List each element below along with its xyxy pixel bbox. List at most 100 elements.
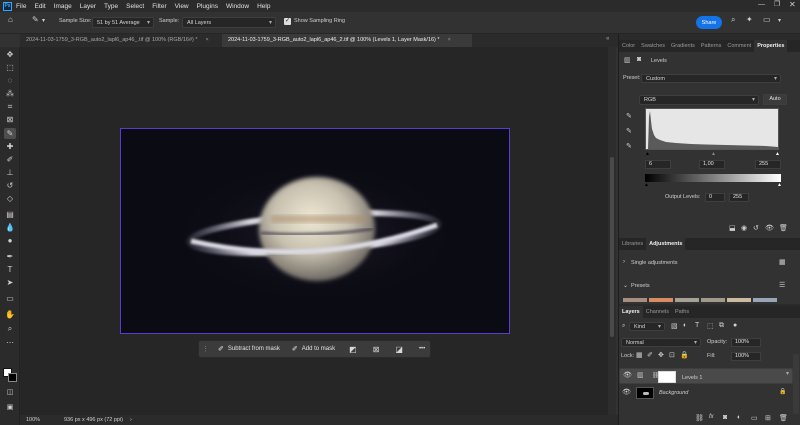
chevron-down-icon[interactable]: ⌄ bbox=[623, 282, 628, 289]
blur-tool-icon[interactable]: 💧 bbox=[4, 222, 16, 233]
close-icon[interactable]: × bbox=[448, 37, 451, 43]
output-white-slider[interactable]: ▲ bbox=[777, 182, 782, 188]
gray-point-eyedropper-icon[interactable]: ✎ bbox=[626, 127, 632, 135]
document-info[interactable]: 936 px x 496 px (72 ppi) bbox=[64, 415, 123, 425]
dodge-tool-icon[interactable]: ● bbox=[4, 235, 16, 246]
clip-to-layer-icon[interactable]: ⬓ bbox=[729, 224, 736, 232]
input-gamma-field[interactable]: 1,00 bbox=[699, 160, 725, 169]
quick-select-tool-icon[interactable]: ⁂ bbox=[4, 88, 16, 99]
collapse-panels-icon[interactable]: « bbox=[606, 36, 609, 42]
close-window-icon[interactable]: ✕ bbox=[789, 0, 796, 9]
link-layers-icon[interactable]: ⛓ bbox=[695, 414, 704, 422]
menu-filter[interactable]: Filter bbox=[152, 3, 166, 10]
vertical-scrollbar[interactable] bbox=[608, 47, 616, 415]
tab-libraries[interactable]: Libraries bbox=[619, 238, 646, 250]
output-white-field[interactable]: 255 bbox=[729, 193, 749, 202]
layer-row-background[interactable]: 👁 Background 🔒 bbox=[619, 385, 793, 401]
rectangle-tool-icon[interactable]: ▭ bbox=[4, 293, 16, 304]
tab-paths[interactable]: Paths bbox=[672, 306, 692, 318]
tab-adjustments[interactable]: Adjustments bbox=[646, 238, 686, 250]
delete-layer-icon[interactable]: 🗑 bbox=[779, 414, 788, 422]
chevron-right-icon[interactable]: › bbox=[623, 259, 625, 265]
grid-view-icon[interactable]: ▦ bbox=[779, 258, 786, 266]
eraser-tool-icon[interactable]: ◇ bbox=[4, 193, 16, 204]
list-view-icon[interactable]: ☰ bbox=[779, 281, 785, 289]
layer-name[interactable]: Levels 1 bbox=[682, 374, 703, 382]
workspace-icon[interactable]: ▭ bbox=[763, 15, 771, 24]
lock-artboard-icon[interactable]: ⊡ bbox=[669, 351, 675, 359]
menu-file[interactable]: File bbox=[16, 3, 26, 10]
layer-filter-kind-select[interactable]: Kind bbox=[629, 322, 665, 331]
menu-layer[interactable]: Layer bbox=[80, 3, 96, 10]
doc-tab-1[interactable]: 2024-11-03-1759_3-RGB_auto2_lapl6_ap46_.… bbox=[20, 34, 220, 47]
chevron-down-icon[interactable]: ▾ bbox=[42, 17, 45, 24]
tab-properties[interactable]: Properties bbox=[754, 40, 788, 52]
healing-brush-tool-icon[interactable]: ✚ bbox=[4, 141, 16, 152]
subtract-from-mask-button[interactable]: ✐ Subtract from mask bbox=[212, 341, 286, 357]
drag-handle-icon[interactable]: ⋮ bbox=[199, 345, 212, 353]
clone-stamp-tool-icon[interactable]: ⊥ bbox=[4, 167, 16, 178]
eyedropper-tool-icon[interactable]: ✎ bbox=[4, 128, 16, 139]
menu-help[interactable]: Help bbox=[257, 3, 270, 10]
input-white-slider[interactable]: ▲ bbox=[775, 151, 780, 157]
screen-mode-icon[interactable]: ▣ bbox=[4, 402, 16, 413]
pen-tool-icon[interactable]: ✒ bbox=[4, 251, 16, 262]
frame-tool-icon[interactable]: ⊠ bbox=[4, 114, 16, 125]
minimize-icon[interactable]: — bbox=[758, 1, 765, 8]
preset-thumb-4[interactable] bbox=[701, 298, 725, 302]
add-mask-icon[interactable]: ◙ bbox=[723, 414, 727, 421]
preset-thumb-2[interactable] bbox=[649, 298, 673, 302]
fill-field[interactable]: 100% bbox=[731, 352, 761, 361]
type-tool-icon[interactable]: T bbox=[4, 264, 16, 275]
move-tool-icon[interactable]: ✥ bbox=[4, 49, 16, 60]
new-adjustment-layer-icon[interactable]: ◐ bbox=[737, 414, 741, 421]
lasso-tool-icon[interactable]: ◌ bbox=[4, 75, 16, 86]
filter-toggle-icon[interactable]: ● bbox=[733, 322, 737, 329]
tab-swatches[interactable]: Swatches bbox=[638, 40, 668, 52]
crop-tool-icon[interactable]: ⌗ bbox=[4, 101, 16, 112]
filter-smart-object-icon[interactable]: ⧉ bbox=[719, 322, 724, 330]
tab-comment[interactable]: Comment bbox=[724, 40, 754, 52]
presets-label[interactable]: Presets bbox=[631, 283, 650, 289]
preset-thumb-1[interactable] bbox=[623, 298, 647, 302]
menu-plugins[interactable]: Plugins bbox=[197, 3, 218, 10]
tab-patterns[interactable]: Patterns bbox=[698, 40, 724, 52]
zoom-level[interactable]: 100% bbox=[26, 415, 40, 425]
search-icon[interactable]: ⌕ bbox=[731, 15, 735, 25]
tab-gradients[interactable]: Gradients bbox=[668, 40, 698, 52]
path-selection-tool-icon[interactable]: ➤ bbox=[4, 277, 16, 288]
show-ring-checkbox[interactable]: ✓ bbox=[284, 18, 291, 25]
document-image-saturn[interactable] bbox=[120, 128, 510, 334]
filter-type-icon[interactable]: T bbox=[695, 322, 699, 329]
layer-name[interactable]: Background bbox=[659, 390, 688, 396]
maximize-icon[interactable]: ❐ bbox=[774, 0, 780, 8]
output-black-slider[interactable]: ▲ bbox=[644, 182, 649, 188]
opacity-field[interactable]: 100% bbox=[731, 338, 761, 347]
background-color-swatch[interactable] bbox=[8, 373, 17, 382]
share-button[interactable]: Share bbox=[696, 16, 722, 29]
eyedropper-tool-preset-icon[interactable]: ✎ bbox=[32, 15, 39, 24]
input-gamma-slider[interactable]: ▲ bbox=[711, 151, 716, 157]
home-icon[interactable]: ⌂ bbox=[8, 15, 13, 24]
visibility-eye-icon[interactable]: 👁 bbox=[623, 372, 632, 380]
status-chevron-icon[interactable]: › bbox=[130, 415, 132, 425]
layer-row-levels[interactable]: 👁 ▥ ⛓ Levels 1 bbox=[619, 368, 793, 384]
workspace-chevron-icon[interactable]: ▾ bbox=[778, 17, 781, 24]
layer-style-icon[interactable]: fx bbox=[709, 414, 714, 420]
output-black-field[interactable]: 0 bbox=[705, 193, 725, 202]
quick-mask-icon[interactable]: ◫ bbox=[4, 387, 16, 398]
close-icon[interactable]: × bbox=[206, 37, 209, 43]
menu-image[interactable]: Image bbox=[54, 3, 72, 10]
visibility-eye-icon[interactable]: 👁 bbox=[622, 388, 631, 396]
menu-select[interactable]: Select bbox=[126, 3, 144, 10]
zoom-tool-icon[interactable]: ⌕ bbox=[4, 323, 16, 334]
gradient-tool-icon[interactable]: ▤ bbox=[4, 209, 16, 220]
new-group-icon[interactable]: ▭ bbox=[751, 414, 758, 422]
history-brush-tool-icon[interactable]: ↺ bbox=[4, 180, 16, 191]
lock-transparent-icon[interactable]: ▦ bbox=[636, 351, 643, 359]
lock-position-icon[interactable]: ✥ bbox=[658, 351, 664, 359]
discover-icon[interactable]: ✦ bbox=[746, 15, 753, 24]
brush-tool-icon[interactable]: ✐ bbox=[4, 154, 16, 165]
view-previous-state-icon[interactable]: ◉ bbox=[741, 224, 747, 232]
tab-layers[interactable]: Layers bbox=[619, 306, 643, 318]
